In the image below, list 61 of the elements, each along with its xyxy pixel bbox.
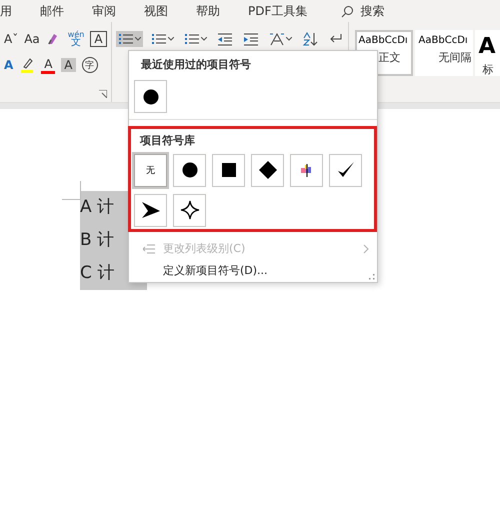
enclose-button[interactable]: 字	[82, 57, 98, 73]
style-label: 正文	[378, 50, 401, 65]
ribbon-tab[interactable]: 视图	[130, 2, 182, 20]
phonetic-button[interactable]: wén 文	[68, 31, 84, 47]
dialog-launcher-icon[interactable]	[98, 90, 107, 98]
style-label: 无间隔	[438, 50, 472, 65]
bullet-option[interactable]	[329, 154, 362, 187]
indent-icon	[242, 32, 259, 46]
style-card[interactable]: A 标	[474, 30, 500, 76]
sort-icon	[302, 32, 318, 46]
caret-icon	[286, 37, 292, 41]
bullet-option[interactable]: 无	[134, 154, 167, 187]
ribbon-tab[interactable]: 审阅	[78, 2, 130, 20]
style-preview: AaBbCcDı	[418, 36, 468, 46]
spacing-icon	[268, 32, 285, 46]
arrowhead-icon	[140, 200, 160, 220]
diamond-icon	[258, 160, 278, 180]
font-button[interactable]: Aˇ	[4, 32, 18, 46]
resize-grip-icon[interactable]	[369, 274, 375, 280]
bullet-option[interactable]	[173, 194, 206, 227]
menu-item[interactable]: 定义新项目符号(D)...	[129, 260, 377, 282]
font-button[interactable]: Aa	[24, 32, 40, 46]
caret-icon	[168, 37, 174, 41]
document-line: C 计	[80, 262, 116, 285]
document-line: B 计	[80, 229, 116, 252]
border-letter-button[interactable]: A	[90, 31, 107, 47]
style-label: 标	[482, 62, 494, 77]
indent-icon	[216, 32, 233, 46]
paragraph-tool-button[interactable]	[116, 31, 143, 47]
section-header: 项目符号库	[138, 132, 196, 149]
list-icon	[184, 32, 200, 46]
style-preview: AaBbCcDı	[358, 36, 408, 46]
section-header: 最近使用过的项目符号	[140, 57, 252, 72]
text-effect-button[interactable]: A	[4, 58, 14, 72]
chevron-right-icon	[363, 244, 369, 254]
bullet-option[interactable]	[134, 194, 167, 227]
style-card[interactable]: AaBbCcDı 无间隔	[414, 30, 473, 76]
document-line: A 计	[80, 196, 116, 219]
ribbon-tab[interactable]: PDF工具集	[234, 2, 322, 20]
ribbon-tab[interactable]: 邮件	[26, 2, 78, 20]
caret-icon	[200, 37, 207, 41]
circle-icon	[140, 86, 160, 106]
caret-icon	[134, 37, 141, 41]
ribbon-tab[interactable]: 帮助	[182, 2, 234, 20]
bullet-option[interactable]	[134, 80, 167, 113]
font-color-button[interactable]: A	[44, 56, 52, 70]
shading-button[interactable]: A	[61, 58, 76, 72]
bullet-option[interactable]	[173, 154, 206, 187]
search-icon	[341, 4, 354, 18]
style-preview: A	[478, 36, 496, 58]
list-icon	[118, 32, 134, 46]
list-icon	[150, 32, 167, 46]
color-bar-icon	[41, 70, 56, 74]
ribbon-tab[interactable]: 用	[0, 2, 26, 20]
four-point-star-icon	[180, 200, 200, 220]
bullet-option[interactable]	[251, 154, 284, 187]
list-level-icon	[143, 244, 155, 254]
bullet-option[interactable]	[212, 154, 245, 187]
search-label[interactable]: 搜索	[360, 2, 384, 20]
circle-icon	[180, 160, 200, 180]
highlighter-icon[interactable]	[19, 57, 36, 73]
